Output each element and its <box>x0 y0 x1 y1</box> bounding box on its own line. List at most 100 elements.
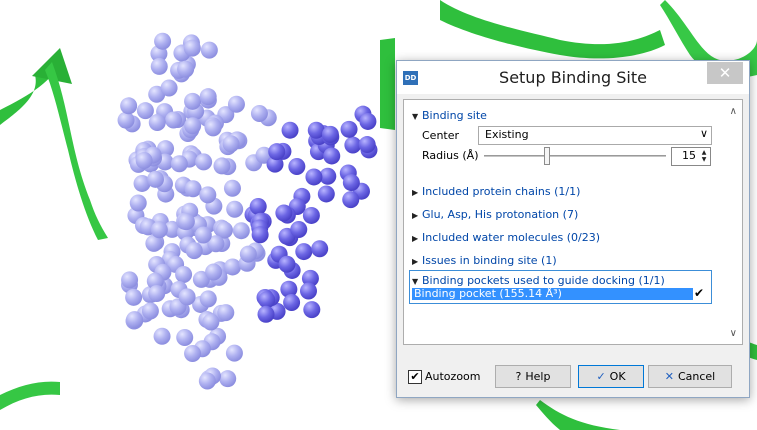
atom-sphere <box>340 120 358 138</box>
atom-sphere <box>150 221 168 239</box>
scroll-up-icon[interactable]: ∧ <box>730 106 737 117</box>
section-binding-pockets-label: Binding pockets used to guide docking (1… <box>422 274 665 287</box>
atom-sphere <box>311 240 329 258</box>
atom-sphere <box>183 39 201 57</box>
atom-sphere <box>323 147 341 165</box>
dialog-title: Setup Binding Site <box>499 68 647 87</box>
atom-sphere <box>146 170 164 188</box>
atom-sphere <box>222 135 240 153</box>
atom-sphere <box>213 157 231 175</box>
triangle-down-icon: ▼ <box>412 277 419 286</box>
atom-sphere <box>232 222 250 240</box>
cancel-button-label: Cancel <box>677 370 716 383</box>
atom-sphere <box>141 302 159 320</box>
atom-sphere <box>202 313 220 331</box>
atom-sphere <box>359 112 377 130</box>
atom-sphere <box>275 204 293 222</box>
chevron-down-icon: ∨ <box>699 127 708 140</box>
section-issues[interactable]: ▶ Issues in binding site (1) <box>412 254 557 267</box>
settings-panel[interactable]: ▼ Binding site Center Existing ∨ Radius (… <box>403 99 743 345</box>
atom-sphere <box>135 151 153 169</box>
atom-sphere <box>249 198 267 216</box>
atom-sphere <box>184 92 202 110</box>
atom-sphere <box>295 243 313 261</box>
atom-sphere <box>224 258 242 276</box>
atom-sphere <box>217 304 235 322</box>
atom-sphere <box>199 88 217 106</box>
x-icon: ✕ <box>664 370 674 383</box>
atom-sphere <box>227 95 245 113</box>
atom-sphere <box>177 60 195 78</box>
atom-sphere <box>258 291 276 309</box>
help-button[interactable]: ? Help <box>495 365 571 388</box>
triangle-right-icon: ▶ <box>412 188 419 197</box>
center-select-value: Existing <box>485 128 529 141</box>
atom-sphere <box>154 32 172 50</box>
ok-button-label: OK <box>609 370 626 383</box>
checkmark-icon[interactable]: ✔ <box>694 286 704 300</box>
atom-sphere <box>305 168 323 186</box>
atom-sphere <box>184 180 202 198</box>
center-label: Center <box>422 129 460 142</box>
section-binding-site-label: Binding site <box>422 109 487 122</box>
atom-sphere <box>239 245 257 263</box>
close-button[interactable]: ✕ <box>707 62 743 84</box>
triangle-right-icon: ▶ <box>412 234 419 243</box>
atom-sphere <box>160 79 178 97</box>
atom-sphere <box>200 41 218 59</box>
atom-sphere <box>195 153 213 171</box>
atom-sphere <box>126 311 144 329</box>
question-icon: ? <box>515 370 522 383</box>
atom-sphere <box>117 111 135 129</box>
section-binding-site[interactable]: ▼ Binding site <box>412 109 487 122</box>
center-select[interactable]: Existing ∨ <box>478 126 712 145</box>
atom-sphere <box>268 143 286 161</box>
triangle-right-icon: ▶ <box>412 211 419 220</box>
atom-sphere <box>199 290 217 308</box>
section-binding-pockets[interactable]: ▼ Binding pockets used to guide docking (… <box>412 274 665 287</box>
atom-sphere <box>129 194 147 212</box>
section-label: Glu, Asp, His protonation (7) <box>422 208 579 221</box>
atom-sphere <box>317 185 335 203</box>
atom-sphere <box>278 255 296 273</box>
atom-sphere <box>281 121 299 139</box>
atom-sphere <box>176 329 194 347</box>
section-protonation[interactable]: ▶ Glu, Asp, His protonation (7) <box>412 208 578 221</box>
atom-sphere <box>342 191 360 209</box>
section-label: Included water molecules (0/23) <box>422 231 600 244</box>
scroll-down-icon[interactable]: ∨ <box>730 328 737 339</box>
atom-sphere <box>120 97 138 115</box>
atom-sphere <box>288 158 306 176</box>
radius-slider-thumb[interactable] <box>544 147 550 165</box>
atom-sphere <box>205 263 223 281</box>
spin-arrows-icon[interactable]: ▲ ▼ <box>699 149 709 164</box>
atom-sphere <box>283 293 301 311</box>
triangle-right-icon: ▶ <box>412 257 419 266</box>
atom-sphere <box>342 174 360 192</box>
atom-sphere <box>150 57 168 75</box>
atom-sphere <box>184 117 202 135</box>
setup-binding-site-dialog: DD Setup Binding Site ✕ ▼ Binding site Ce… <box>396 60 750 398</box>
atom-sphere <box>251 226 269 244</box>
atom-sphere <box>198 372 216 390</box>
atom-sphere <box>165 111 183 129</box>
atom-sphere <box>148 114 166 132</box>
atom-sphere <box>321 125 339 143</box>
section-water-molecules[interactable]: ▶ Included water molecules (0/23) <box>412 231 600 244</box>
radius-spinbox[interactable]: 15 ▲ ▼ <box>671 147 711 166</box>
ok-button[interactable]: ✓ OK <box>578 365 644 388</box>
atom-sphere <box>290 221 308 239</box>
atom-sphere <box>302 206 320 224</box>
radius-slider-track[interactable] <box>484 155 666 157</box>
atom-sphere <box>121 271 139 289</box>
title-bar[interactable]: DD Setup Binding Site ✕ <box>397 61 749 94</box>
atom-sphere <box>303 301 321 319</box>
section-protein-chains[interactable]: ▶ Included protein chains (1/1) <box>412 185 580 198</box>
atom-sphere <box>194 226 212 244</box>
section-label: Included protein chains (1/1) <box>422 185 581 198</box>
binding-pocket-label: Binding pocket (155.14 Å³) <box>414 287 562 300</box>
autozoom-checkbox[interactable]: ✔ <box>408 370 422 384</box>
atom-sphere <box>170 155 188 173</box>
cancel-button[interactable]: ✕ Cancel <box>648 365 732 388</box>
binding-pocket-item[interactable]: Binding pocket (155.14 Å³) <box>412 287 693 300</box>
